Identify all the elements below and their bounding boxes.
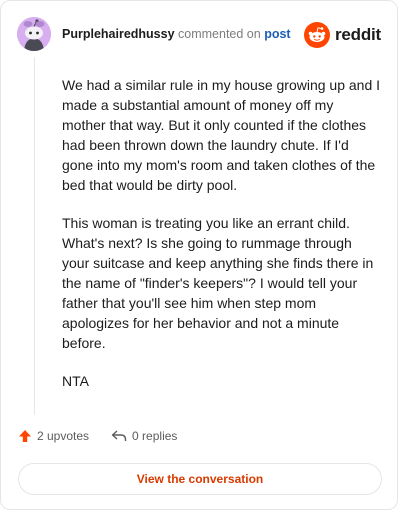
upvote-count: 2 upvotes <box>37 429 90 443</box>
comment-paragraph: This woman is treating you like an erran… <box>62 215 374 351</box>
reddit-wordmark: reddit <box>334 25 381 44</box>
username-link[interactable]: Purplehairedhussy <box>62 27 175 41</box>
comment-paragraph: NTA <box>62 373 89 389</box>
comment-body: We had a similar rule in my house growin… <box>62 75 380 409</box>
reddit-logo[interactable]: reddit <box>303 22 381 48</box>
thread-line <box>34 57 35 415</box>
reply-arrow-icon <box>111 430 127 441</box>
snoo-avatar-icon <box>17 17 51 51</box>
post-link[interactable]: post <box>264 27 290 41</box>
view-conversation-button[interactable]: View the conversation <box>18 463 382 495</box>
upvote-arrow-icon <box>19 430 31 442</box>
comment-actions: 2 upvotes 0 replies <box>18 429 199 443</box>
commented-on-text: commented on <box>174 27 265 41</box>
comment-header: Purplehairedhussy commented on post <box>62 27 291 41</box>
reply-button[interactable]: 0 replies <box>111 429 177 443</box>
reply-count: 0 replies <box>132 429 178 443</box>
user-avatar[interactable] <box>17 17 51 51</box>
upvote-button[interactable]: 2 upvotes <box>18 429 89 443</box>
reddit-alien-icon <box>303 22 330 48</box>
comment-card: Purplehairedhussy commented on post redd… <box>0 0 398 510</box>
comment-paragraph: We had a similar rule in my house growin… <box>62 77 381 193</box>
